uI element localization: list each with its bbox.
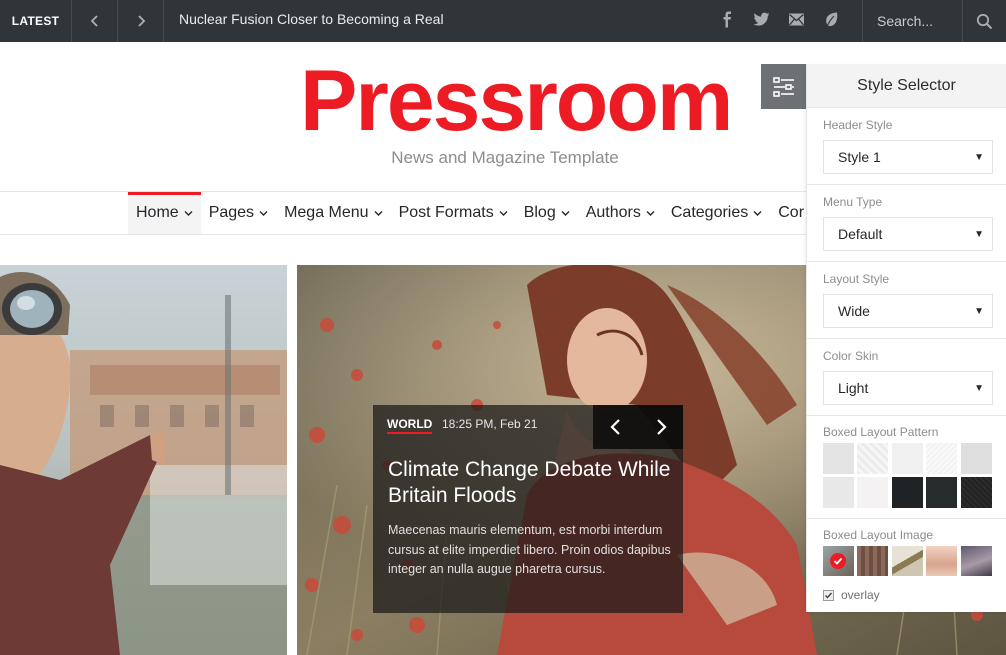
menu-item-authors[interactable]: Authors: [578, 192, 663, 234]
facebook-icon[interactable]: [716, 8, 738, 30]
pattern-swatch[interactable]: [857, 477, 888, 508]
site-logo[interactable]: Pressroom: [300, 56, 733, 146]
boxed-image-thumb[interactable]: [892, 546, 923, 576]
header-style-section: Header Style Style 1 ▼: [807, 107, 1006, 184]
chevron-down-icon: [753, 210, 762, 216]
menu-item-post-formats[interactable]: Post Formats: [391, 192, 516, 234]
header-style-value: Style 1: [838, 149, 881, 165]
pattern-swatch[interactable]: [926, 443, 957, 474]
style-selector-panel: Style Selector Header Style Style 1 ▼ Me…: [806, 64, 1006, 612]
featured-image-left[interactable]: [0, 265, 287, 655]
menu-item-categories[interactable]: Categories: [663, 192, 770, 234]
overlay-option[interactable]: overlay: [823, 588, 880, 602]
boxed-image-section: Boxed Layout Image overlay: [807, 518, 1006, 612]
color-skin-value: Light: [838, 380, 869, 396]
twitter-icon[interactable]: [750, 8, 772, 30]
color-skin-section: Color Skin Light ▼: [807, 338, 1006, 415]
check-icon: [830, 553, 846, 569]
pattern-swatch[interactable]: [961, 477, 992, 508]
boxed-image-thumb-selected[interactable]: [823, 546, 854, 576]
pattern-swatch[interactable]: [892, 477, 923, 508]
slide-prev-button[interactable]: [593, 405, 638, 449]
slide-next-button[interactable]: [638, 405, 683, 449]
menu-type-label: Menu Type: [823, 195, 883, 209]
color-skin-select[interactable]: Light ▼: [823, 371, 993, 405]
chevron-left-icon: [609, 419, 620, 435]
header-style-label: Header Style: [823, 118, 893, 132]
slide-title-link[interactable]: Climate Change Debate While Britain Floo…: [388, 457, 673, 509]
chevron-down-icon: [374, 210, 383, 216]
layout-style-section: Layout Style Wide ▼: [807, 261, 1006, 338]
layout-style-select[interactable]: Wide ▼: [823, 294, 993, 328]
pattern-swatch[interactable]: [857, 443, 888, 474]
chevron-down-icon: [259, 210, 268, 216]
news-ticker-link[interactable]: Nuclear Fusion Closer to Becoming a Real: [179, 0, 444, 42]
menu-item-label: Home: [136, 204, 179, 221]
email-icon[interactable]: [785, 8, 807, 30]
pattern-swatch[interactable]: [892, 443, 923, 474]
checkmark-icon: [825, 592, 833, 599]
color-skin-label: Color Skin: [823, 349, 879, 363]
pattern-swatch[interactable]: [926, 477, 957, 508]
menu-item-home[interactable]: Home: [128, 192, 201, 234]
latest-label: LATEST: [0, 0, 72, 42]
style-selector-toggle-button[interactable]: [761, 64, 806, 109]
chevron-down-icon: [184, 210, 193, 216]
dropdown-arrow-icon: ▼: [974, 152, 984, 163]
pattern-swatch[interactable]: [961, 443, 992, 474]
style-selector-title: Style Selector: [807, 64, 1006, 107]
chevron-down-icon: [646, 210, 655, 216]
menu-item-label: Categories: [670, 204, 749, 221]
top-bar: LATEST Nuclear Fusion Closer to Becoming…: [0, 0, 1006, 42]
search-input[interactable]: [863, 0, 962, 42]
overlay-checkbox[interactable]: [823, 589, 834, 601]
overlay-label: overlay: [841, 588, 880, 602]
dropdown-arrow-icon: ▼: [974, 306, 984, 317]
dropdown-arrow-icon: ▼: [974, 383, 984, 394]
search-icon: [976, 13, 993, 29]
menu-type-section: Menu Type Default ▼: [807, 184, 1006, 261]
menu-item-label: Cor: [778, 204, 805, 221]
slide-excerpt: Maecenas mauris elementum, est morbi int…: [388, 523, 671, 576]
menu-type-select[interactable]: Default ▼: [823, 217, 993, 251]
menu-item-blog[interactable]: Blog: [516, 192, 578, 234]
boxed-image-thumb[interactable]: [961, 546, 992, 576]
dropdown-arrow-icon: ▼: [974, 229, 984, 240]
menu-item-pages[interactable]: Pages: [201, 192, 276, 234]
chevron-left-icon: [90, 15, 98, 27]
boxed-pattern-label: Boxed Layout Pattern: [823, 425, 939, 439]
sliders-icon: [772, 76, 794, 97]
menu-item-label: Mega Menu: [284, 204, 369, 221]
boxed-pattern-section: Boxed Layout Pattern: [807, 415, 1006, 518]
header-style-select[interactable]: Style 1 ▼: [823, 140, 993, 174]
chevron-right-icon: [137, 15, 145, 27]
leaf-icon[interactable]: [820, 8, 842, 30]
menu-item-label: Blog: [523, 204, 556, 221]
pattern-swatch[interactable]: [823, 477, 854, 508]
menu-item-label: Post Formats: [398, 204, 494, 221]
menu-item-label: Authors: [585, 204, 641, 221]
boxed-image-label: Boxed Layout Image: [823, 528, 934, 542]
ticker-prev-button[interactable]: [72, 0, 118, 42]
ticker-next-button[interactable]: [118, 0, 164, 42]
chevron-right-icon: [656, 419, 667, 435]
main-menu: Home Pages Mega Menu Post Formats Blog A…: [128, 192, 812, 234]
boxed-image-thumb[interactable]: [857, 546, 888, 576]
layout-style-label: Layout Style: [823, 272, 890, 286]
layout-style-value: Wide: [838, 303, 870, 319]
pattern-swatch[interactable]: [823, 443, 854, 474]
chevron-down-icon: [561, 210, 570, 216]
boxed-image-thumb[interactable]: [926, 546, 957, 576]
slide-category-link[interactable]: WORLD: [387, 417, 433, 434]
chevron-down-icon: [499, 210, 508, 216]
slide-date: 18:25 PM, Feb 21: [442, 417, 538, 431]
menu-item-label: Pages: [208, 204, 255, 221]
search-box: [862, 0, 962, 42]
search-button[interactable]: [962, 0, 1006, 42]
slide-caption: WORLD 18:25 PM, Feb 21 Climate Change De…: [373, 405, 683, 613]
site-tagline: News and Magazine Template: [391, 148, 619, 167]
menu-type-value: Default: [838, 226, 883, 242]
menu-item-mega-menu[interactable]: Mega Menu: [276, 192, 391, 234]
